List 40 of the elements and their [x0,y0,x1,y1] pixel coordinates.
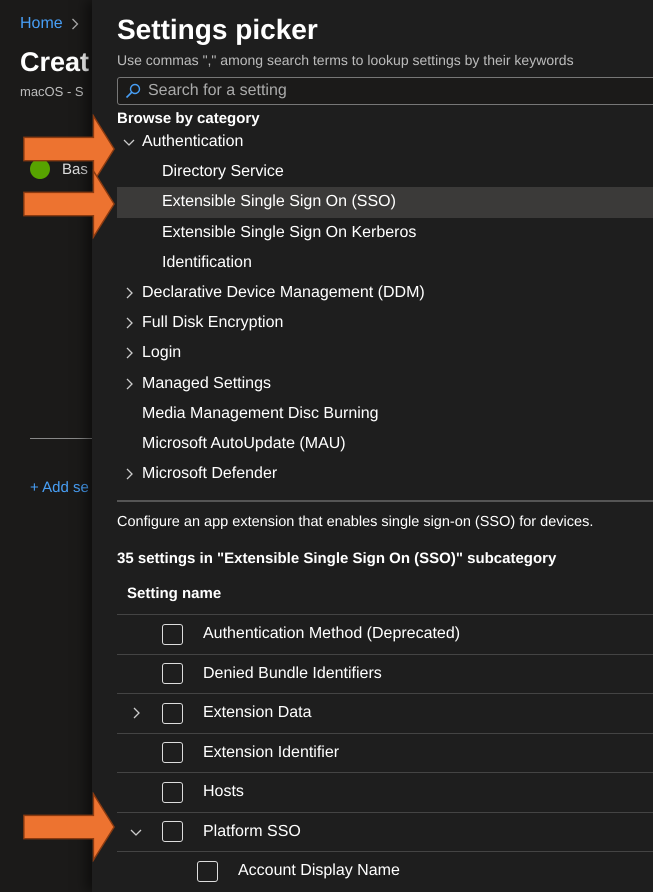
category-item[interactable]: Managed Settings [117,368,653,399]
setting-label: Hosts [203,783,244,802]
setting-label: Authentication Method (Deprecated) [203,625,460,644]
search-icon [125,83,141,99]
setting-checkbox[interactable] [162,702,183,724]
section-heading: Browse by category [117,110,261,127]
setting-checkbox[interactable] [162,782,183,803]
category-item[interactable]: Login [117,338,653,368]
setting-label: Extension Identifier [203,744,340,762]
chevron-icon [70,18,79,30]
subcategory-item[interactable]: Extensible Single Sign On Kerberos [117,218,653,248]
setting-label: Account Display Name [238,862,400,880]
setting-checkbox[interactable] [162,821,183,842]
setting-label: Extension Data [203,704,312,722]
setting-label: Denied Bundle Identifiers [203,664,382,683]
setting-label: Platform SSO [203,822,301,841]
page-title: Creat [20,47,90,78]
subcategory-item[interactable]: Directory Service [117,157,653,188]
settings-count: 35 settings in "Extensible Single Sign On (SSO)" subcategory [117,550,558,567]
add-settings-link[interactable]: + Add se [30,479,92,496]
category-item[interactable]: Authentication [117,127,653,158]
setting-checkbox[interactable] [162,663,183,684]
category-item[interactable]: Declarative Device Management (DDM) [117,278,653,308]
category-item[interactable]: Full Disk Encryption [117,308,653,338]
panel-title: Settings picker [117,14,319,46]
breadcrumb-link[interactable]: Home [20,15,63,33]
column-header: Setting name [117,567,653,615]
search-hint: Use commas "," among search terms to lookup settings by their keywords [117,52,575,68]
setting-checkbox[interactable] [162,624,183,645]
subcategory-item[interactable]: Extensible Single Sign On (SSO) [117,187,653,218]
search-field[interactable]: Search for a setting [117,77,653,105]
category-item[interactable]: Microsoft AutoUpdate (MAU) [117,428,653,460]
step-label[interactable]: Bas [62,160,88,178]
subcategory-description: Configure an app extension that enables single sign-on (SSO) for devices. [117,514,594,530]
setting-checkbox[interactable] [162,742,183,764]
category-item[interactable]: Microsoft Defender [117,459,653,487]
subcategory-item[interactable]: Identification [117,248,653,278]
setting-checkbox[interactable] [197,860,218,882]
page-subtitle: macOS - S [20,84,85,99]
category-item[interactable]: Media Management Disc Burning [117,398,653,429]
